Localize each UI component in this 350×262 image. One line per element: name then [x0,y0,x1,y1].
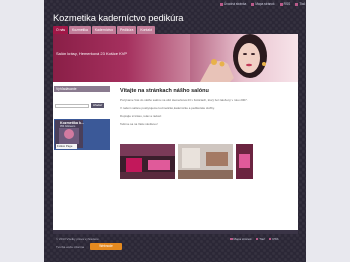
print-icon [255,237,259,241]
main-content: Vitajte na stránkach nášho salónu Pozýva… [120,88,292,179]
footer-copyright: © 2013 Všetky práva vyhradené. [56,237,100,241]
page-title: Vitajte na stránkach nášho salónu [120,88,209,94]
facebook-page-widget[interactable]: Kozmetika k... 954 followers Follow Page [54,119,110,150]
footer-sitemap-link[interactable]: Mapa stránok [230,237,252,241]
tab-pedikura[interactable]: Pedikúra [117,26,137,34]
footer-print-link[interactable]: Tlač [255,237,265,241]
page-background: Úvodná stránka Mapa stránok RSS Tlač Koz… [44,0,306,262]
home-icon [220,2,223,6]
footer-print-label: Tlač [259,237,265,241]
webnode-badge[interactable]: Webnode [90,243,122,250]
top-nav-rss-label: RSS [283,2,291,6]
footer-rss-link[interactable]: RSS [268,237,279,241]
tab-kozmetika[interactable]: Kozmetika [69,26,91,34]
banner-text: Salón krásy, Hemerková 23 Košice KVP [56,51,128,56]
search-input[interactable] [55,104,89,108]
sidebar: Vyhľadávanie Hľadať Kozmetika k... 954 f… [54,86,110,150]
top-nav-print-label: Tlač [299,2,306,6]
tab-o-nas[interactable]: O nás [53,26,69,34]
top-navigation: Úvodná stránka Mapa stránok RSS Tlač [220,2,305,6]
tab-kontakt[interactable]: Kontakt [137,26,155,34]
salon-photo-3[interactable] [236,144,253,179]
salon-photo-1[interactable] [120,144,175,179]
footer-sitemap-label: Mapa stránok [233,237,252,241]
top-nav-rss[interactable]: RSS [279,2,291,6]
created-with-text[interactable]: Tvorba webu zdarma [56,245,84,249]
services-paragraph: V našom salóne poskytujeme kozmetické,ka… [120,106,215,110]
facebook-followers: 954 followers [60,125,76,128]
header-banner: Salón krásy, Hemerková 23 Košice KVP [53,34,298,82]
print-icon [295,2,299,6]
content-area: Vyhľadávanie Hľadať Kozmetika k... 954 f… [53,82,298,230]
main-tabs: O nás Kozmetika Kaderníctvo Pedikúra Kon… [53,26,155,34]
intro-paragraph: Pozývame Vás do nášho salónu na ulici He… [120,98,248,102]
banner-woman-photo [190,34,298,82]
welcome-paragraph: Tešíme sa na Vašu návštevu! [120,122,158,126]
top-nav-home-label: Úvodná stránka [224,2,247,6]
top-nav-home[interactable]: Úvodná stránka [220,2,246,6]
site-title[interactable]: Kozmetika kaderníctvo pedikúra [53,12,184,23]
tab-kadernictvo[interactable]: Kaderníctvo [91,26,116,34]
footer-links: Mapa stránok Tlač RSS [230,237,279,241]
top-nav-print[interactable]: Tlač [295,2,305,6]
footer-rss-label: RSS [272,237,279,241]
salon-photo-gallery [120,144,253,179]
search-button[interactable]: Hľadať [91,103,104,108]
sitemap-icon [230,237,233,241]
footer-divider [53,230,298,234]
rss-icon [279,2,283,6]
sitemap-icon [251,2,255,6]
tagline-paragraph: Doprajte si krásu, relax a radosť. [120,114,162,118]
top-nav-sitemap-label: Mapa stránok [255,2,275,6]
rss-icon [268,237,272,241]
top-nav-sitemap[interactable]: Mapa stránok [251,2,275,6]
salon-photo-2[interactable] [178,144,233,179]
search-heading: Vyhľadávanie [54,86,110,92]
facebook-follow-button[interactable]: Follow Page [56,144,77,149]
